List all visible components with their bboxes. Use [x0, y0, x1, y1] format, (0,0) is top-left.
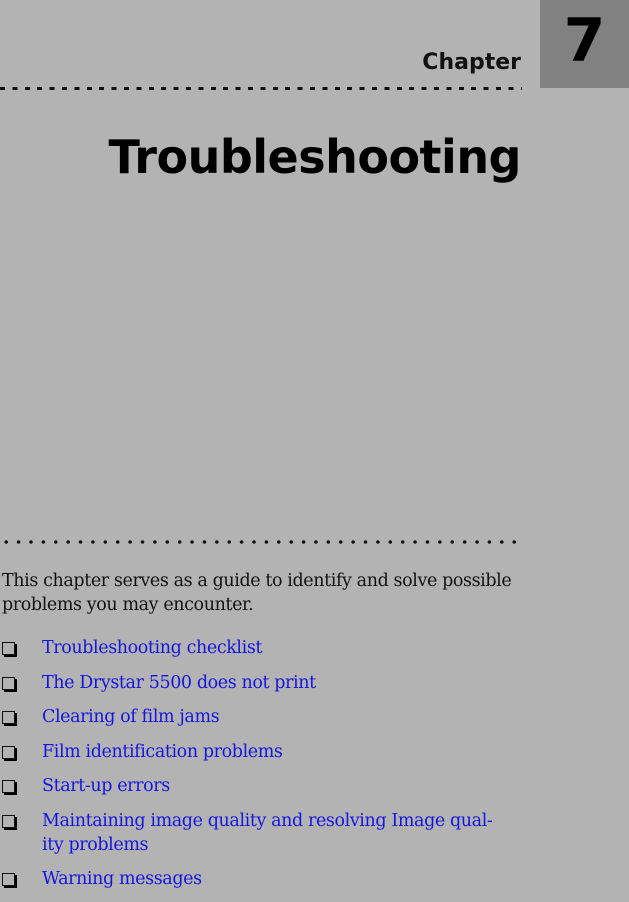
- list-item: The Drystar 5500 does not print: [0, 671, 520, 695]
- checkbox-icon: [2, 745, 15, 759]
- list-item: Warning messages: [0, 867, 520, 891]
- list-item: Clearing of film jams: [0, 705, 520, 729]
- checkbox-icon: [2, 814, 15, 828]
- chapter-number: 7: [563, 6, 606, 76]
- list-item: Troubleshooting checklist: [0, 636, 520, 660]
- topic-link-warning-messages[interactable]: Warning messages: [42, 867, 497, 891]
- topic-list: Troubleshooting checklist The Drystar 55…: [0, 636, 520, 902]
- list-item: Maintaining image quality and resolving …: [0, 809, 520, 857]
- page-title: Troubleshooting: [108, 130, 521, 184]
- checkbox-icon: [2, 873, 15, 886]
- topic-link-film-identification[interactable]: Film identification problems: [42, 740, 497, 764]
- dashed-divider: [0, 87, 522, 90]
- topic-link-image-quality[interactable]: Maintaining image quality and resolving …: [42, 809, 497, 857]
- checkbox-icon: [2, 642, 15, 655]
- chapter-label: Chapter: [422, 50, 521, 75]
- intro-paragraph: This chapter serves as a guide to identi…: [2, 571, 512, 615]
- list-item: Start-up errors: [0, 774, 520, 798]
- dotted-divider: [0, 540, 522, 544]
- chapter-number-box: 7: [540, 0, 629, 88]
- topic-link-does-not-print[interactable]: The Drystar 5500 does not print: [42, 671, 497, 695]
- topic-link-troubleshooting-checklist[interactable]: Troubleshooting checklist: [42, 636, 497, 660]
- checkbox-icon: [2, 711, 15, 724]
- checkbox-icon: [2, 780, 15, 793]
- topic-link-start-up-errors[interactable]: Start-up errors: [42, 774, 497, 798]
- checkbox-icon: [2, 676, 15, 690]
- list-item: Film identification problems: [0, 740, 520, 764]
- topic-link-film-jams[interactable]: Clearing of film jams: [42, 705, 497, 729]
